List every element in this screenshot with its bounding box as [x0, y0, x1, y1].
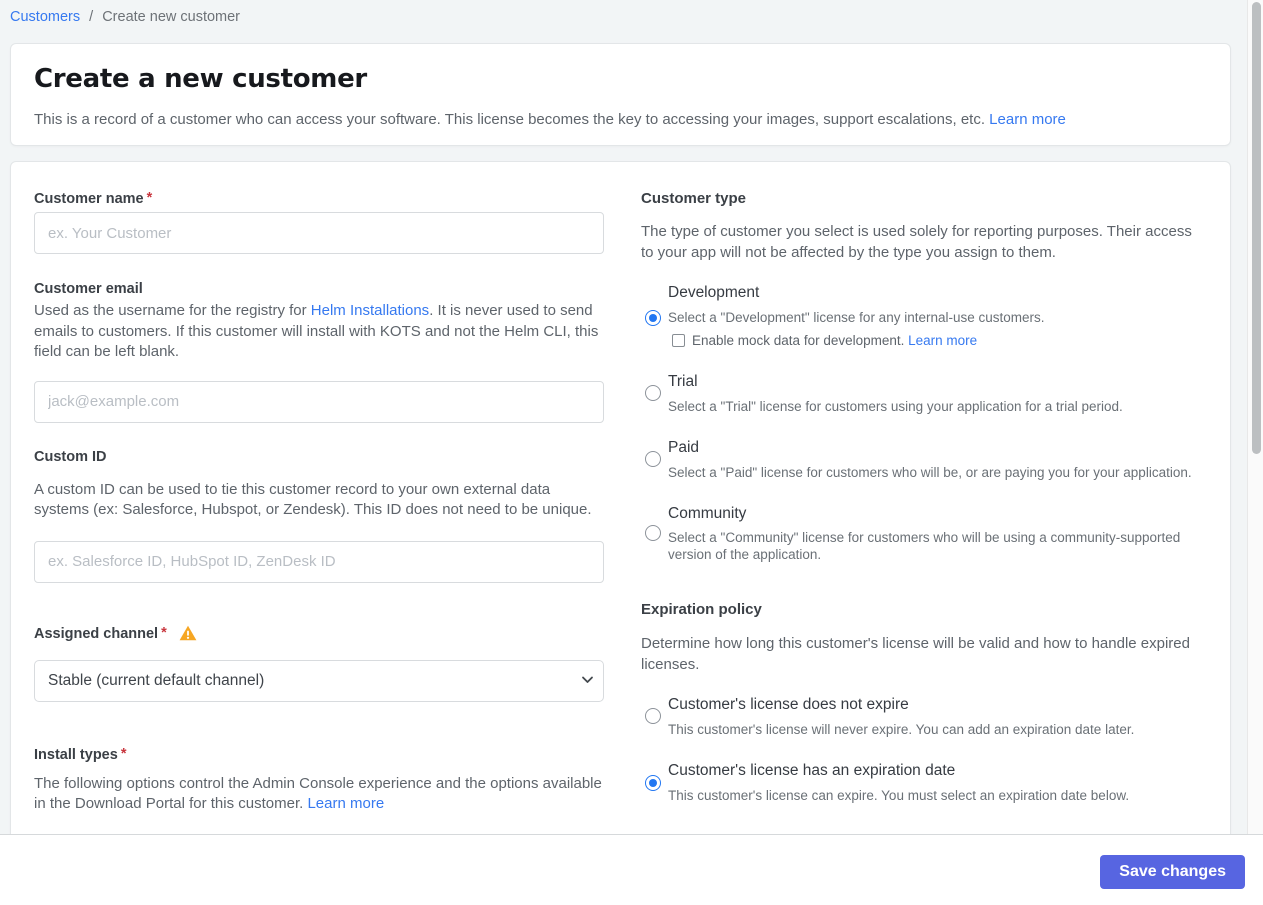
option-title: Customer's license has an expiration dat…	[668, 762, 956, 779]
customer-name-input[interactable]	[34, 212, 604, 254]
customer-email-description: Used as the username for the registry fo…	[34, 301, 606, 363]
customer-type-option-community: Community Select a "Community" license f…	[641, 505, 1197, 563]
customer-name-label-text: Customer name	[34, 191, 144, 207]
scrollbar-track[interactable]	[1247, 0, 1263, 834]
breadcrumb-separator: /	[89, 9, 94, 25]
form-right-column: Customer type The type of customer you s…	[641, 162, 1197, 815]
install-types-learn-more-link[interactable]: Learn more	[307, 795, 384, 812]
radio-license-has-expiration[interactable]	[645, 775, 661, 791]
mock-data-checkbox-label: Enable mock data for development. Learn …	[692, 333, 977, 348]
customer-form-card: Customer name* Customer email Used as th…	[10, 161, 1231, 835]
breadcrumb-customers-link[interactable]: Customers	[10, 9, 80, 25]
page-header-card: Create a new customer This is a record o…	[10, 43, 1231, 146]
customer-type-option-trial: Trial Select a "Trial" license for custo…	[641, 373, 1197, 415]
option-title: Community	[668, 505, 747, 522]
customer-type-option-development: Development Select a "Development" licen…	[641, 284, 1197, 348]
breadcrumb-current: Create new customer	[102, 9, 241, 25]
option-title: Paid	[668, 439, 700, 456]
install-types-description: The following options control the Admin …	[34, 774, 606, 815]
assigned-channel-select[interactable]: Stable (current default channel)	[34, 659, 604, 702]
scrollbar-thumb[interactable]	[1252, 2, 1261, 454]
customer-type-label: Customer type	[641, 190, 747, 207]
customer-email-input[interactable]	[34, 380, 604, 423]
option-description: Select a "Development" license for any i…	[668, 310, 1045, 325]
page-description-text: This is a record of a customer who can a…	[34, 111, 985, 128]
required-asterisk: *	[146, 190, 153, 206]
option-description: This customer's license can expire. You …	[668, 788, 1130, 803]
customer-type-option-paid: Paid Select a "Paid" license for custome…	[641, 439, 1197, 481]
helm-installations-link[interactable]: Helm Installations	[311, 302, 429, 319]
option-description: Select a "Trial" license for customers u…	[668, 399, 1123, 414]
footer-action-bar: Save changes	[0, 834, 1263, 905]
customer-type-description: The type of customer you select is used …	[641, 223, 1192, 261]
page-title: Create a new customer	[34, 64, 367, 94]
assigned-channel-label-text: Assigned channel	[34, 625, 159, 642]
warning-icon	[179, 625, 197, 645]
mock-data-learn-more-link[interactable]: Learn more	[908, 333, 977, 348]
custom-id-description: A custom ID can be used to tie this cust…	[34, 480, 592, 519]
expiration-policy-label: Expiration policy	[641, 601, 762, 618]
save-changes-button[interactable]: Save changes	[1100, 855, 1245, 889]
customer-name-label: Customer name *	[34, 190, 606, 207]
expiration-option-has-date: Customer's license has an expiration dat…	[641, 762, 1197, 804]
option-description: Select a "Community" license for custome…	[668, 530, 1181, 562]
radio-license-no-expire[interactable]	[645, 708, 661, 724]
install-types-label: Install types *	[34, 745, 606, 763]
required-asterisk: *	[120, 745, 127, 762]
customer-email-label: Customer email	[34, 281, 143, 297]
radio-paid[interactable]	[645, 451, 661, 467]
mock-data-row: Enable mock data for development. Learn …	[668, 333, 1197, 348]
expiration-policy-description: Determine how long this customer's licen…	[641, 635, 1190, 673]
option-title: Trial	[668, 373, 698, 390]
expiration-option-no-expire: Customer's license does not expire This …	[641, 696, 1197, 738]
option-description: This customer's license will never expir…	[668, 722, 1135, 737]
option-title: Development	[668, 284, 760, 301]
breadcrumb: Customers / Create new customer	[10, 9, 240, 25]
header-learn-more-link[interactable]: Learn more	[989, 111, 1066, 128]
radio-trial[interactable]	[645, 385, 661, 401]
radio-community[interactable]	[645, 525, 661, 541]
radio-development[interactable]	[645, 310, 661, 326]
option-title: Customer's license does not expire	[668, 696, 909, 713]
assigned-channel-select-wrap: Stable (current default channel)	[34, 659, 604, 702]
custom-id-label: Custom ID	[34, 448, 107, 465]
form-left-column: Customer name* Customer email Used as th…	[34, 162, 606, 815]
custom-id-input[interactable]	[34, 540, 604, 583]
page-description: This is a record of a customer who can a…	[34, 111, 1206, 128]
required-asterisk: *	[161, 624, 167, 641]
mock-data-label-text: Enable mock data for development.	[692, 333, 905, 348]
mock-data-checkbox[interactable]	[672, 334, 685, 347]
install-types-label-text: Install types	[34, 746, 118, 763]
option-description: Select a "Paid" license for customers wh…	[668, 465, 1192, 480]
assigned-channel-label: Assigned channel *	[34, 625, 606, 645]
email-desc-before: Used as the username for the registry fo…	[34, 302, 311, 319]
